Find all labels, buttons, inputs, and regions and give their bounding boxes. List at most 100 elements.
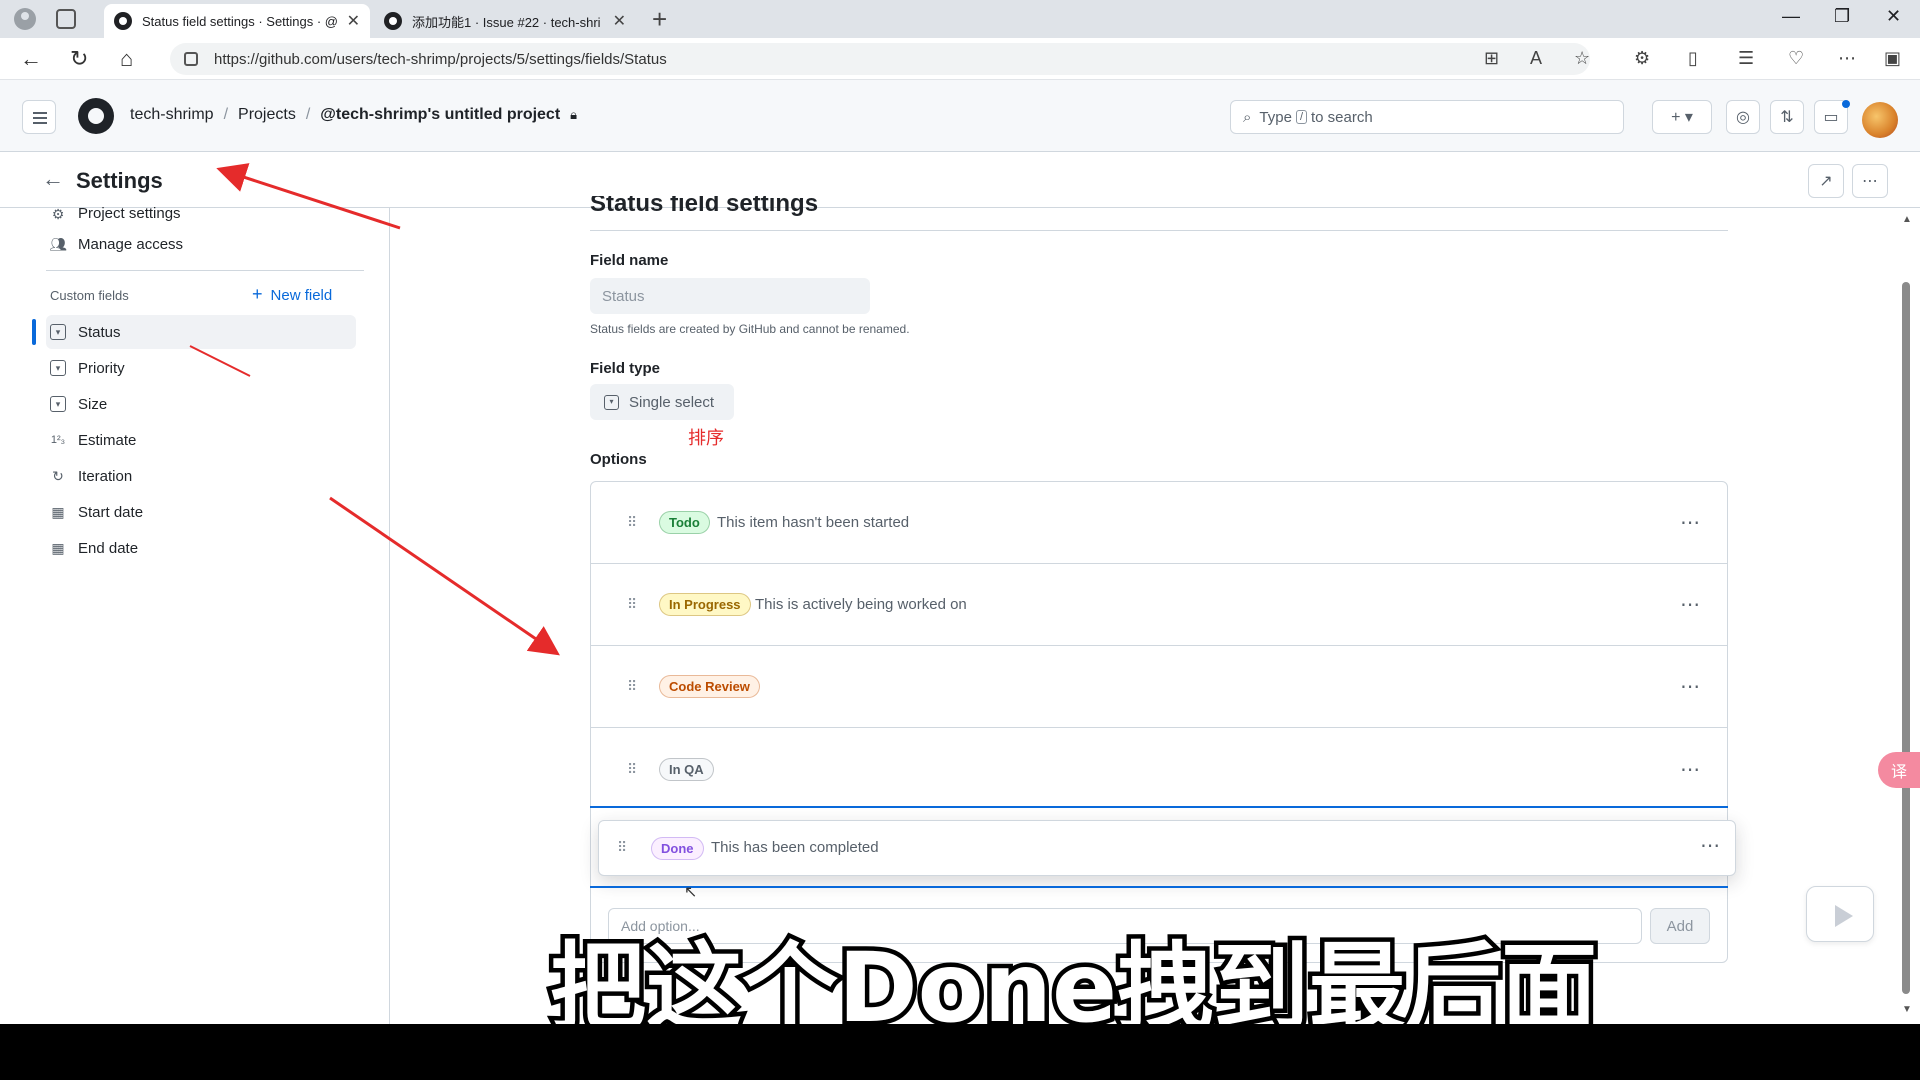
insights-icon[interactable]: ↗: [1808, 164, 1844, 198]
drop-indicator-top: [590, 806, 1728, 808]
sidebar-item-start-date[interactable]: ▦ Start date: [46, 495, 356, 529]
app-available-icon[interactable]: ⊞: [1484, 48, 1499, 69]
sidebar-item-estimate[interactable]: 1²₃ Estimate: [46, 423, 356, 457]
search-shortcut: /: [1295, 110, 1307, 124]
settings-more-icon[interactable]: ⋯: [1838, 48, 1856, 69]
single-select-icon: ▾: [604, 394, 619, 410]
close-tab-icon[interactable]: ✕: [613, 11, 626, 31]
single-select-icon: ▾: [50, 396, 66, 412]
favorites-icon[interactable]: ☰: [1738, 48, 1754, 69]
back-icon[interactable]: ←: [20, 46, 42, 72]
gear-icon: ⚙: [51, 205, 65, 222]
tab-status-field-settings[interactable]: Status field settings · Settings · @ ✕: [104, 4, 370, 38]
option-menu-icon[interactable]: ⋯: [1680, 674, 1701, 699]
back-arrow-icon[interactable]: ←: [42, 166, 64, 192]
avatar[interactable]: [1862, 102, 1898, 138]
browser-essentials-icon[interactable]: ♡: [1788, 48, 1804, 69]
more-options-icon[interactable]: ⋯: [1852, 164, 1888, 198]
sidebar-item-label: Priority: [78, 359, 125, 377]
drag-handle-icon[interactable]: ⠿: [627, 678, 637, 695]
github-logo-icon[interactable]: [78, 98, 114, 134]
option-menu-icon[interactable]: ⋯: [1700, 833, 1721, 858]
sidebar-item-label: End date: [78, 539, 139, 557]
split-screen-icon[interactable]: ▯: [1688, 48, 1698, 69]
single-select-icon: ▾: [50, 360, 66, 376]
option-pill: In QA: [659, 757, 714, 781]
option-menu-icon[interactable]: ⋯: [1680, 757, 1701, 782]
active-indicator: [32, 319, 36, 345]
sidebar-item-label: Start date: [78, 503, 144, 521]
number-icon: 1²₃: [50, 434, 66, 446]
home-icon[interactable]: ⌂: [120, 46, 133, 72]
minimize-icon[interactable]: —: [1782, 6, 1800, 27]
browser-tabstrip: Status field settings · Settings · @ ✕ 添…: [0, 0, 1920, 38]
dragging-option-done[interactable]: ⠿ Done This has been completed ⋯: [598, 820, 1736, 876]
sidebar-item-label: Estimate: [78, 431, 137, 449]
plus-icon: +: [252, 284, 263, 304]
tab-issue-22[interactable]: 添加功能1 · Issue #22 · tech-shri ✕: [374, 4, 636, 38]
search-input[interactable]: ⌕ Type / to search: [1230, 100, 1624, 134]
create-new-button[interactable]: + ▾: [1652, 100, 1712, 134]
field-type-value: Single select: [629, 393, 715, 411]
sidebar-item-label: Manage access: [78, 235, 184, 253]
cursor-icon: ↖: [684, 884, 698, 901]
sidebar-item-end-date[interactable]: ▦ End date: [46, 531, 356, 565]
menu-button[interactable]: [22, 100, 56, 134]
option-row-in-progress[interactable]: ⠿ In Progress This is actively being wor…: [591, 564, 1727, 646]
option-menu-icon[interactable]: ⋯: [1680, 592, 1701, 617]
annotation-text: 排序: [688, 428, 724, 448]
sidebar-item-status[interactable]: ▾ Status: [46, 315, 356, 349]
extensions-icon[interactable]: ⚙: [1634, 48, 1650, 69]
close-window-icon[interactable]: ✕: [1886, 6, 1901, 27]
option-pill: In Progress: [659, 593, 751, 616]
issues-icon[interactable]: ◎: [1726, 100, 1760, 134]
url-text: https://github.com/users/tech-shrimp/pro…: [214, 50, 667, 68]
drag-handle-icon[interactable]: ⠿: [627, 514, 637, 531]
scroll-down-icon[interactable]: ▼: [1902, 1004, 1912, 1015]
url-field[interactable]: https://github.com/users/tech-shrimp/pro…: [170, 43, 1590, 75]
breadcrumb-project[interactable]: @tech-shrimp's untitled project: [320, 106, 560, 124]
drag-handle-icon[interactable]: ⠿: [627, 761, 637, 778]
sidebar-item-priority[interactable]: ▾ Priority: [46, 351, 356, 385]
scroll-up-icon[interactable]: ▲: [1902, 214, 1912, 225]
option-menu-icon[interactable]: ⋯: [1680, 510, 1701, 535]
title-divider: [590, 230, 1728, 231]
lock-icon: 🔒︎: [570, 107, 578, 122]
single-select-icon: ▾: [50, 324, 66, 340]
sidebar-item-manage-access[interactable]: 👥︎ Manage access: [46, 227, 356, 261]
close-tab-icon[interactable]: ✕: [347, 11, 360, 31]
drag-handle-icon[interactable]: ⠿: [627, 596, 637, 613]
github-header: tech-shrimp / Projects / @tech-shrimp's …: [0, 80, 1920, 152]
breadcrumb-owner[interactable]: tech-shrimp: [130, 106, 214, 124]
profile-icon[interactable]: [14, 8, 36, 30]
breadcrumb: tech-shrimp / Projects / @tech-shrimp's …: [130, 106, 578, 124]
sidebar-toggle-icon[interactable]: ▣: [1884, 48, 1901, 69]
add-option-button[interactable]: Add: [1650, 908, 1710, 944]
option-row-code-review[interactable]: ⠿ Code Review ⋯: [591, 646, 1727, 728]
video-play-icon[interactable]: [1806, 886, 1874, 942]
new-tab-icon[interactable]: +: [652, 4, 667, 35]
translate-icon[interactable]: 译: [1878, 752, 1920, 788]
calendar-icon: ▦: [51, 539, 65, 556]
sidebar-item-iteration[interactable]: ↻ Iteration: [46, 459, 356, 493]
pull-requests-icon[interactable]: ⇅: [1770, 100, 1804, 134]
option-row-in-qa[interactable]: ⠿ In QA ⋯: [591, 728, 1727, 810]
sidebar-divider: [46, 270, 364, 271]
drag-handle-icon[interactable]: ⠿: [617, 839, 627, 856]
calendar-icon: ▦: [51, 503, 65, 520]
field-name-label: Field name: [590, 252, 669, 269]
restore-icon[interactable]: ❐: [1834, 6, 1850, 27]
sidebar: ⚙ Project settings 👥︎ Manage access Cust…: [0, 205, 390, 1024]
new-field-button[interactable]: + New field: [252, 284, 332, 305]
breadcrumb-projects[interactable]: Projects: [238, 106, 296, 124]
sidebar-item-project-settings[interactable]: ⚙ Project settings: [46, 194, 356, 222]
site-info-icon[interactable]: [184, 52, 198, 66]
option-row-todo[interactable]: ⠿ Todo This item hasn't been started ⋯: [591, 482, 1727, 564]
sidebar-item-size[interactable]: ▾ Size: [46, 387, 356, 421]
tab-actions-icon[interactable]: [56, 9, 76, 29]
scroll-thumb[interactable]: [1902, 282, 1910, 994]
favorite-star-icon[interactable]: ☆: [1574, 48, 1590, 69]
refresh-icon[interactable]: ↻: [70, 46, 88, 72]
read-aloud-icon[interactable]: A: [1530, 48, 1542, 69]
field-type-label: Field type: [590, 360, 661, 377]
